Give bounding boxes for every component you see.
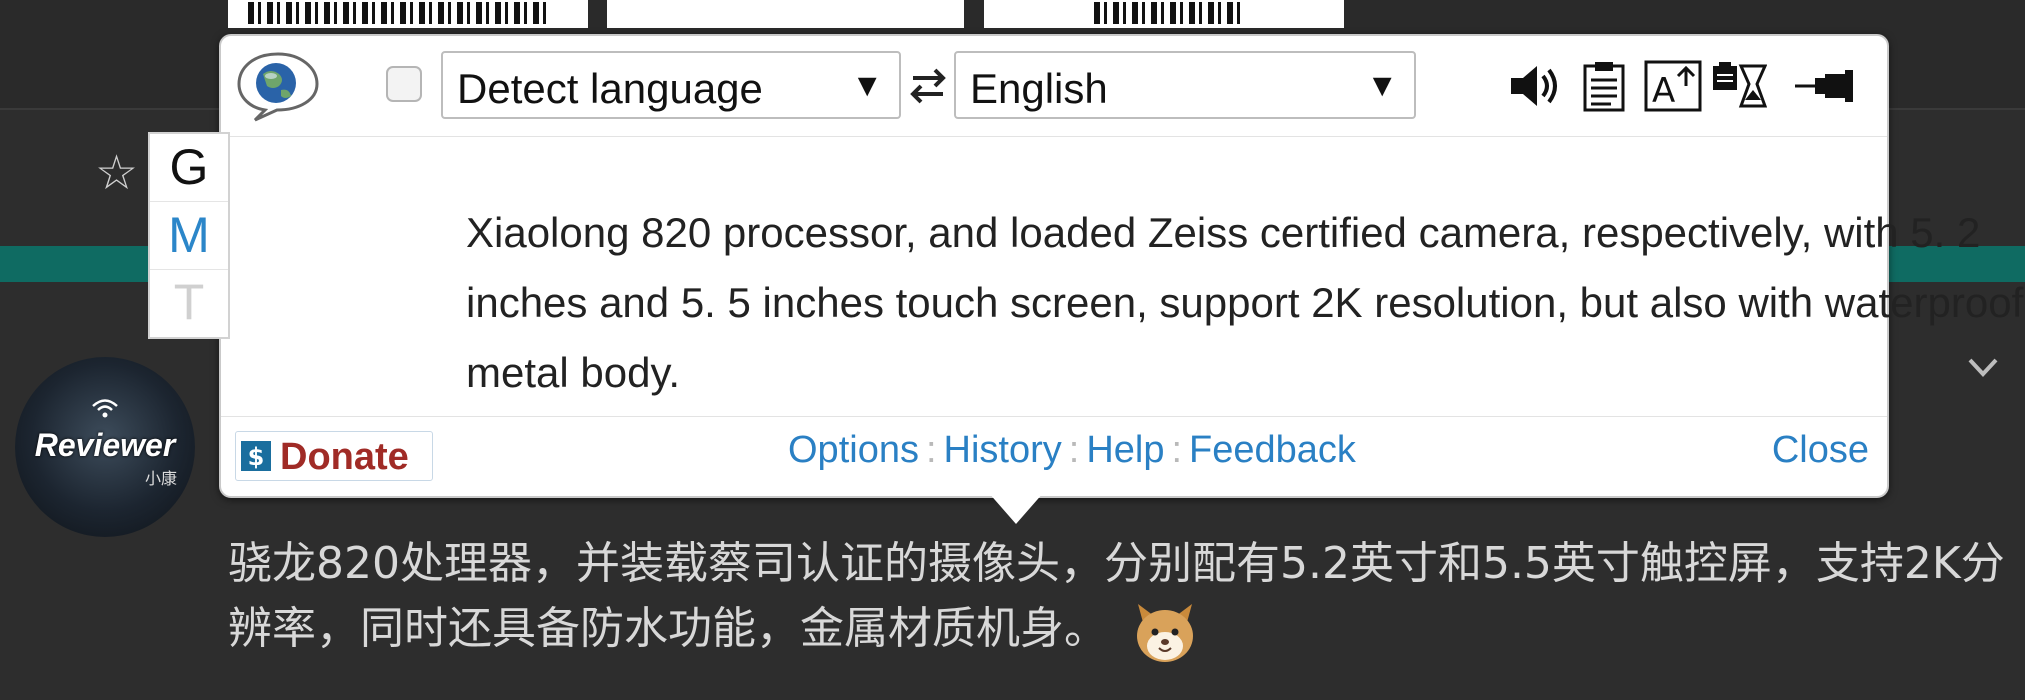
donate-label: Donate: [280, 436, 409, 478]
post-text: 骁龙820处理器，并装载蔡司认证的摄像头，分别配有5.2英寸和5.5英寸触控屏，…: [228, 538, 2005, 654]
swap-languages-icon[interactable]: [907, 62, 949, 110]
translation-engine-tabs: G M T: [148, 132, 230, 339]
qr-code-image: [1094, 2, 1244, 24]
history-link[interactable]: History: [944, 429, 1062, 471]
avatar[interactable]: Reviewer 小康: [15, 357, 195, 537]
wifi-icon: [92, 399, 118, 418]
dropdown-arrow-icon: ▼: [851, 67, 883, 103]
translation-text: Xiaolong 820 processor, and loaded Zeiss…: [466, 209, 2025, 396]
svg-text:$: $: [248, 443, 265, 471]
paste-timer-icon[interactable]: [1711, 60, 1767, 112]
close-link[interactable]: Close: [1772, 429, 1869, 472]
target-language-select[interactable]: English ▼: [954, 51, 1416, 119]
popup-pointer: [988, 492, 1044, 524]
thumbnail-1[interactable]: [228, 0, 588, 28]
link-separator: :: [925, 429, 937, 471]
qr-code-image: [248, 2, 548, 24]
target-language-value: English: [970, 65, 1108, 112]
speaker-icon[interactable]: [1507, 60, 1561, 112]
dollar-icon: $: [241, 441, 271, 471]
link-separator: :: [1068, 429, 1080, 471]
engine-tab-translator[interactable]: T: [150, 269, 228, 336]
post-body: 骁龙820处理器，并装载蔡司认证的摄像头，分别配有5.2英寸和5.5英寸触控屏，…: [228, 532, 2018, 666]
globe-speech-bubble-icon[interactable]: [233, 50, 323, 122]
svg-text:A: A: [1652, 71, 1675, 111]
font-size-icon[interactable]: A: [1644, 60, 1702, 112]
dropdown-arrow-icon: ▼: [1366, 67, 1398, 103]
donate-button[interactable]: $ Donate: [235, 431, 433, 481]
source-language-select[interactable]: Detect language ▼: [441, 51, 901, 119]
translator-footer: $ Donate Options: History: Help: Feedback C…: [221, 416, 1887, 497]
link-separator: :: [1171, 429, 1183, 471]
footer-links: Options: History: Help: Feedback: [788, 429, 1356, 472]
thumbnail-2[interactable]: [607, 0, 964, 28]
source-language-value: Detect language: [457, 65, 763, 112]
cat-emoji-icon: [1137, 604, 1193, 662]
avatar-logo-text: Reviewer: [34, 427, 176, 463]
translator-toolbar: Detect language ▼ English ▼ A: [221, 36, 1887, 137]
thumbnail-3[interactable]: [984, 0, 1344, 28]
engine-tab-microsoft[interactable]: M: [150, 201, 228, 270]
clipboard-icon[interactable]: [1581, 60, 1627, 112]
pin-icon[interactable]: [1793, 60, 1857, 112]
feedback-link[interactable]: Feedback: [1189, 429, 1356, 471]
options-link[interactable]: Options: [788, 429, 919, 471]
help-link[interactable]: Help: [1086, 429, 1164, 471]
star-icon[interactable]: ☆: [95, 150, 138, 198]
engine-tab-google[interactable]: G: [150, 134, 228, 201]
avatar-logo-subtext: 小康: [144, 471, 177, 488]
auto-translate-checkbox[interactable]: [386, 66, 422, 102]
translator-popup: Detect language ▼ English ▼ A Xiaolong 8…: [219, 34, 2025, 498]
